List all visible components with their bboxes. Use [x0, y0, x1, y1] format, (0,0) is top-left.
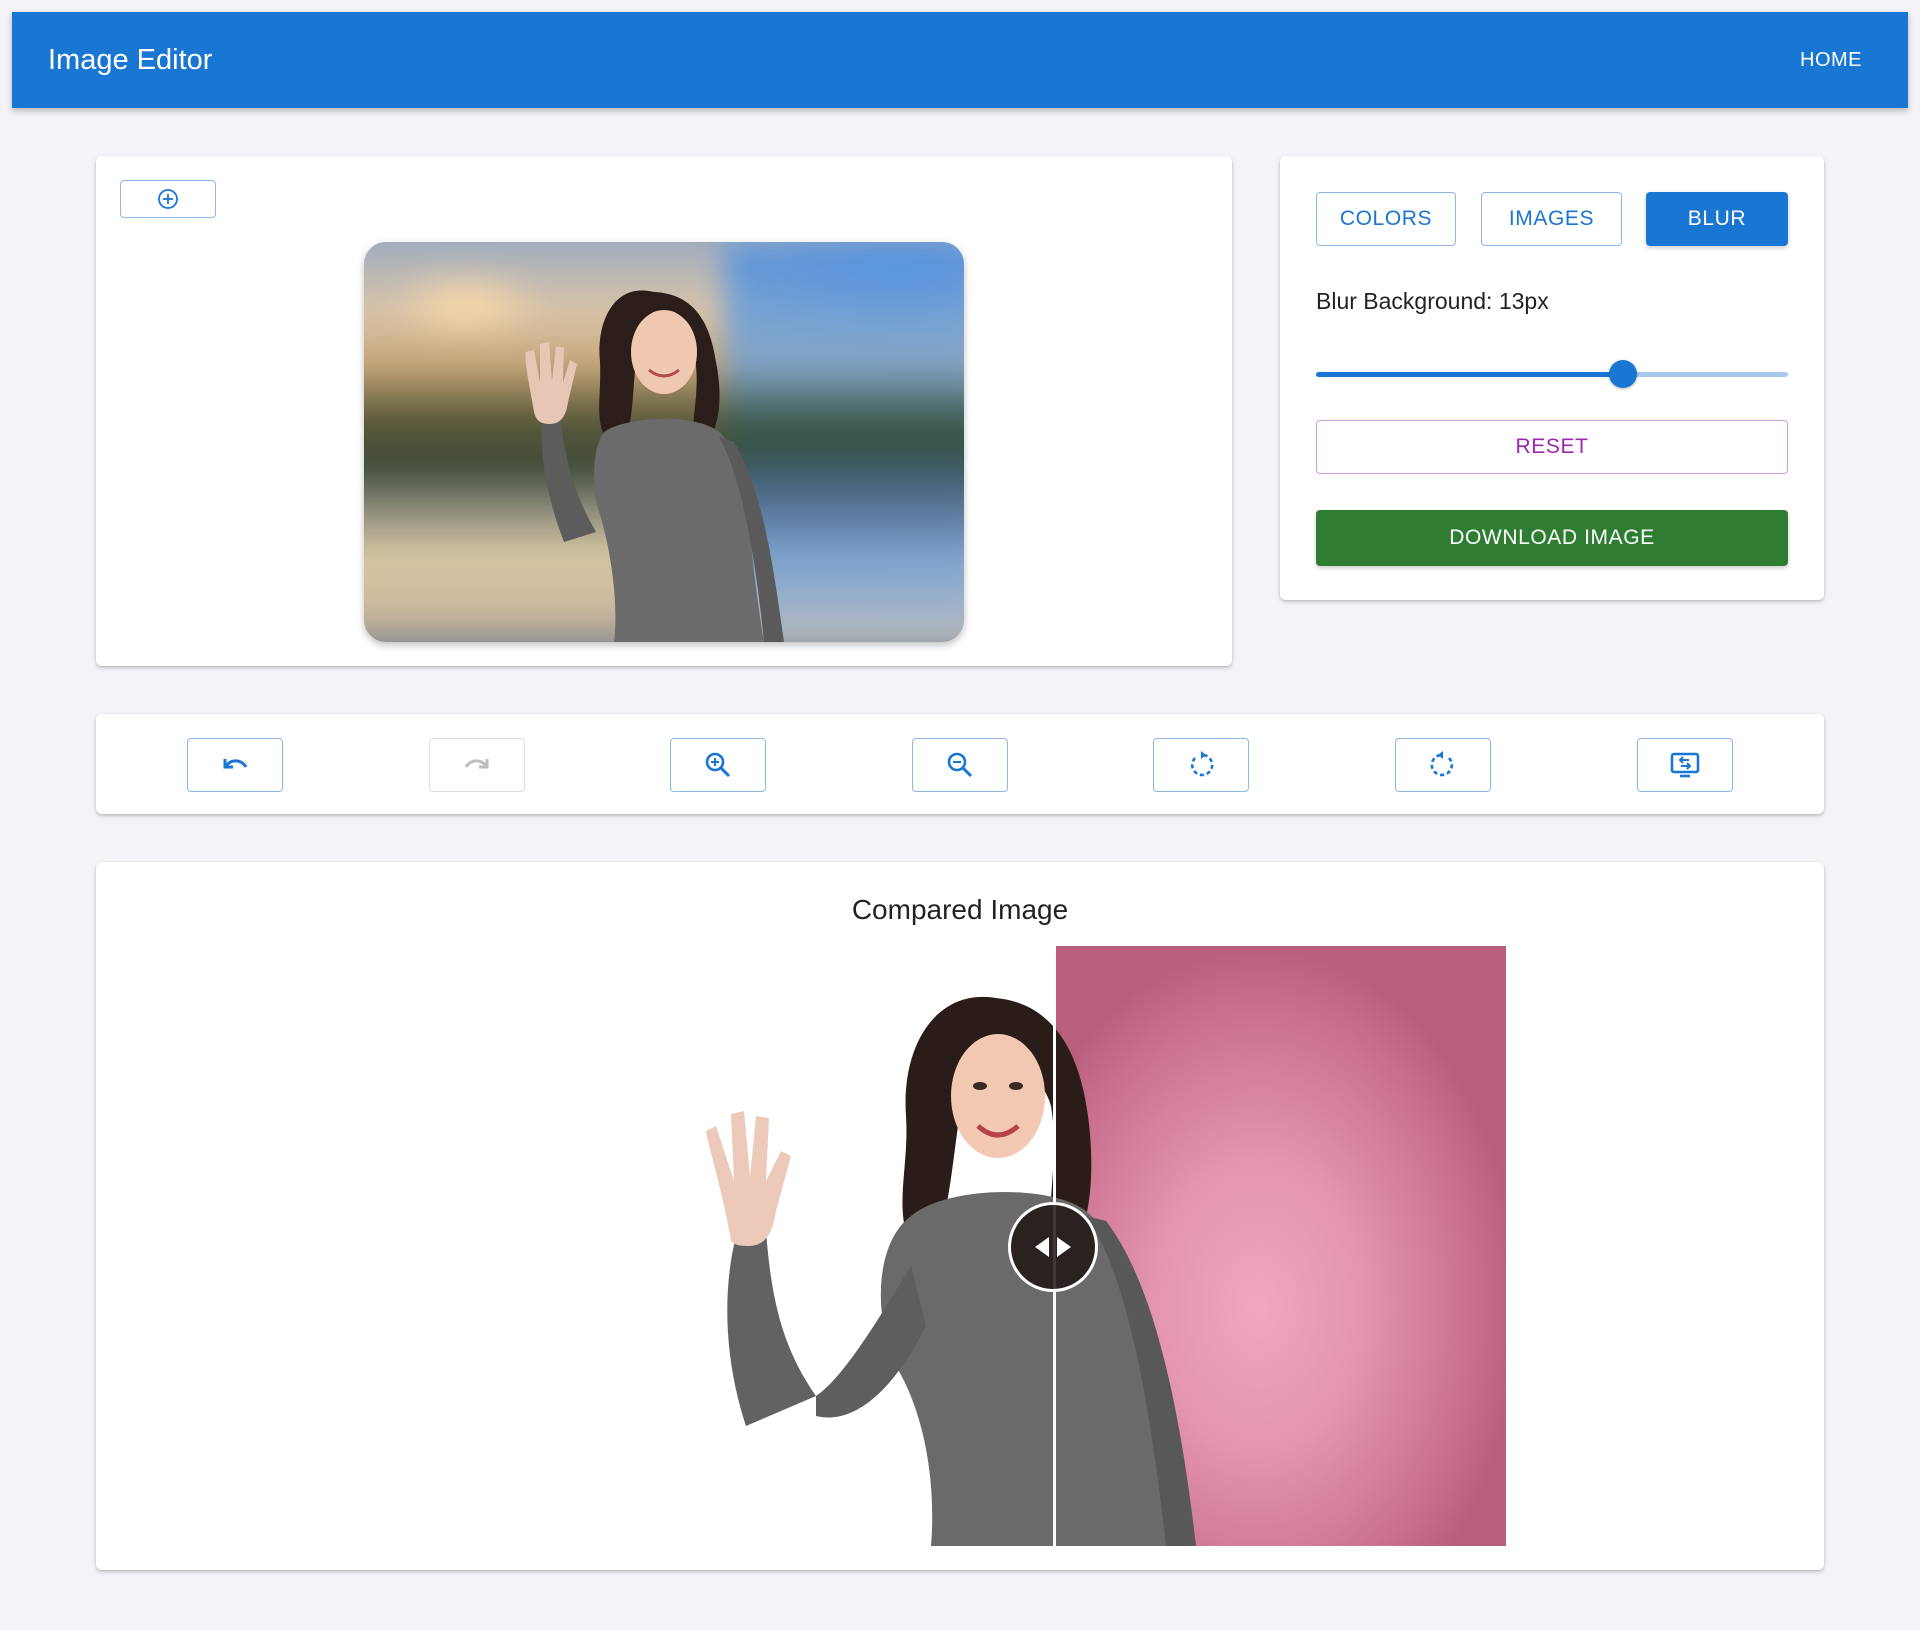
redo-button[interactable]: [429, 738, 525, 792]
app-title: Image Editor: [48, 44, 213, 76]
rotate-left-button[interactable]: [1153, 738, 1249, 792]
redo-icon: [464, 759, 489, 769]
home-link[interactable]: HOME: [1800, 12, 1862, 108]
undo-icon: [223, 759, 248, 769]
compare-title: Compared Image: [851, 894, 1069, 925]
swap-screen-button[interactable]: [1637, 738, 1733, 792]
tab-colors[interactable]: COLORS: [1316, 192, 1456, 246]
edited-image[interactable]: [364, 242, 964, 642]
zoom-out-button[interactable]: [912, 738, 1008, 792]
tab-blur[interactable]: BLUR: [1646, 192, 1788, 246]
blur-slider-fill: [1316, 372, 1623, 377]
rotate-left-icon: [1190, 751, 1214, 777]
compare-card: Compared Image: [96, 862, 1824, 1570]
blur-slider[interactable]: [1316, 360, 1788, 388]
rotate-right-button[interactable]: [1395, 738, 1491, 792]
blur-label: Blur Background: 13px: [1316, 288, 1549, 314]
swap-screen-icon: [1670, 752, 1700, 778]
download-image-button[interactable]: DOWNLOAD IMAGE: [1316, 510, 1788, 566]
undo-button[interactable]: [187, 738, 283, 792]
left-right-arrows-icon: [1035, 1237, 1071, 1257]
image-comparison[interactable]: [696, 946, 1506, 1546]
zoom-in-button[interactable]: [670, 738, 766, 792]
rotate-right-icon: [1430, 751, 1454, 777]
person-figure: [525, 290, 784, 642]
toolbar-card: [96, 714, 1824, 814]
tab-images[interactable]: IMAGES: [1481, 192, 1622, 246]
editor-card: [96, 156, 1232, 666]
plus-circle-icon: [158, 189, 178, 209]
blur-slider-thumb[interactable]: [1608, 360, 1637, 388]
app-bar: Image Editor HOME: [12, 12, 1908, 108]
person-figure-compare: [706, 996, 1196, 1546]
add-image-button[interactable]: [120, 180, 216, 218]
zoom-in-icon: [705, 752, 731, 778]
zoom-out-icon: [947, 752, 973, 778]
reset-button[interactable]: RESET: [1316, 420, 1788, 474]
compare-handle[interactable]: [1008, 1202, 1098, 1292]
